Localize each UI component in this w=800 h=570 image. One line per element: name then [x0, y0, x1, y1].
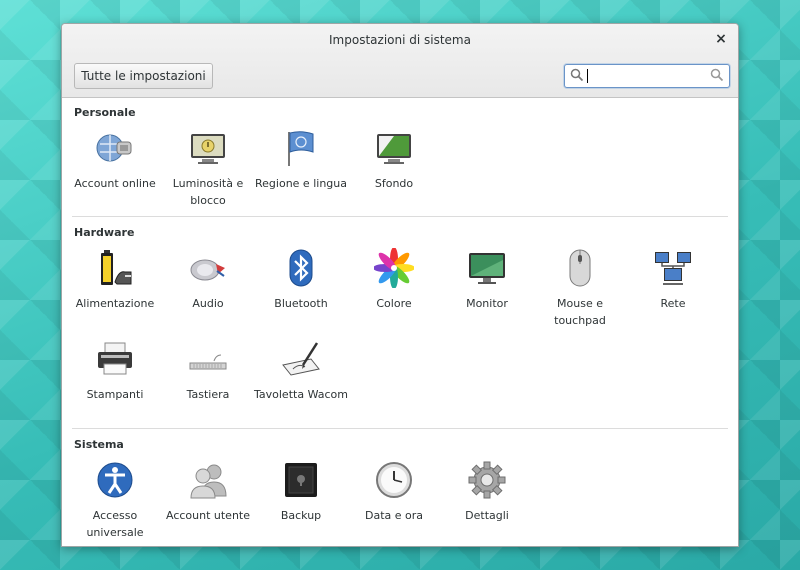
panel-label: Account online	[74, 177, 156, 190]
panel-background[interactable]: Sfondo	[347, 128, 441, 192]
panel-label: Rete	[660, 297, 686, 310]
printer-icon	[98, 342, 132, 375]
panel-bluetooth[interactable]: Bluetooth	[254, 248, 348, 312]
section-title-sistema: Sistema	[74, 438, 124, 451]
search-input[interactable]	[564, 64, 730, 88]
panel-label: Data e ora	[364, 509, 424, 522]
panel-label: Sfondo	[374, 177, 414, 190]
search-icon	[570, 68, 584, 82]
wacom-tablet-icon	[282, 342, 320, 376]
panel-color[interactable]: Colore	[347, 248, 441, 312]
online-accounts-icon	[96, 134, 132, 162]
user-accounts-icon	[190, 464, 227, 499]
close-button[interactable]: ×	[713, 31, 729, 47]
panel-power[interactable]: Alimentazione	[68, 248, 162, 312]
panel-label: Luminosità e blocco	[172, 177, 244, 207]
keyboard-icon	[189, 354, 227, 370]
panel-label: Stampanti	[86, 388, 144, 401]
monitor-icon	[469, 253, 505, 284]
settings-window: Impostazioni di sistema × Tutte le impos…	[61, 23, 739, 547]
panel-wacom-tablet[interactable]: Tavoletta Wacom	[254, 339, 348, 403]
backup-safe-icon	[285, 463, 317, 497]
panel-universal-access[interactable]: Accesso universale	[68, 460, 162, 541]
network-icon	[655, 252, 691, 285]
color-icon	[374, 248, 414, 288]
panel-label: Mouse e touchpad	[554, 297, 606, 327]
panel-label: Regione e lingua	[255, 177, 347, 190]
section-title-personale: Personale	[74, 106, 136, 119]
bluetooth-icon	[289, 249, 313, 287]
panel-label: Dettagli	[465, 509, 509, 522]
universal-access-icon	[97, 462, 133, 498]
panel-label: Bluetooth	[274, 297, 328, 310]
panel-online-accounts[interactable]: Account online	[68, 128, 162, 192]
section-divider	[72, 216, 728, 217]
panel-label: Monitor	[466, 297, 508, 310]
panel-mouse-touchpad[interactable]: Mouse e touchpad	[533, 248, 627, 329]
brightness-lock-icon	[191, 134, 225, 164]
mouse-icon	[569, 249, 591, 287]
panel-label: Alimentazione	[75, 297, 155, 310]
details-gear-icon	[468, 461, 506, 499]
power-battery-icon	[101, 250, 132, 285]
clock-icon	[376, 462, 412, 498]
background-icon	[377, 134, 411, 164]
panel-backup[interactable]: Backup	[254, 460, 348, 524]
region-language-flag-icon	[288, 131, 314, 166]
all-settings-button[interactable]: Tutte le impostazioni	[74, 63, 213, 89]
panel-label: Audio	[192, 297, 224, 310]
panel-date-time[interactable]: Data e ora	[347, 460, 441, 524]
window-title: Impostazioni di sistema	[329, 33, 471, 47]
panel-label: Colore	[376, 297, 412, 310]
section-title-hardware: Hardware	[74, 226, 135, 239]
panel-audio[interactable]: Audio	[161, 248, 255, 312]
panel-details[interactable]: Dettagli	[440, 460, 534, 524]
panel-monitor[interactable]: Monitor	[440, 248, 534, 312]
panel-brightness-lock[interactable]: Luminosità e blocco	[161, 128, 255, 209]
search-icon	[710, 68, 724, 82]
panel-label: Tavoletta Wacom	[254, 388, 348, 401]
panel-user-accounts[interactable]: Account utente	[161, 460, 255, 524]
panel-printers[interactable]: Stampanti	[68, 339, 162, 403]
header-bar: Impostazioni di sistema × Tutte le impos…	[62, 24, 738, 98]
section-divider	[72, 428, 728, 429]
panel-region-language[interactable]: Regione e lingua	[254, 128, 348, 192]
audio-icon	[190, 259, 225, 281]
text-caret	[587, 69, 588, 83]
panel-keyboard[interactable]: Tastiera	[161, 339, 255, 403]
panel-label: Backup	[280, 509, 322, 522]
panel-network[interactable]: Rete	[626, 248, 720, 312]
panel-label: Tastiera	[186, 388, 230, 401]
panel-label: Account utente	[165, 509, 250, 522]
panel-label: Accesso universale	[86, 509, 144, 539]
